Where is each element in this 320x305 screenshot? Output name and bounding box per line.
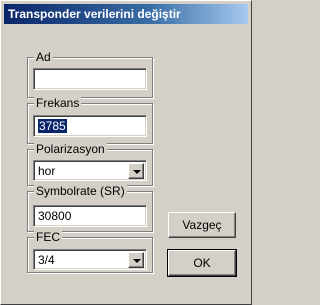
polarizasyon-value: hor <box>38 164 56 178</box>
ad-input[interactable] <box>33 68 147 90</box>
fec-label: FEC <box>34 230 62 244</box>
ad-label: Ad <box>34 50 53 64</box>
frekans-value: 3785 <box>38 119 67 133</box>
fec-select[interactable]: 3/4 <box>33 249 147 270</box>
fec-value: 3/4 <box>38 253 55 267</box>
frekans-input[interactable]: 3785 <box>33 115 147 137</box>
frekans-selected-text: 3785 <box>38 119 67 133</box>
symbolrate-label: Symbolrate (SR) <box>34 184 127 198</box>
chevron-down-icon[interactable] <box>128 163 144 179</box>
ok-button[interactable]: OK <box>167 249 237 277</box>
frekans-label: Frekans <box>34 96 82 110</box>
symbolrate-value: 30800 <box>38 209 72 223</box>
chevron-down-icon[interactable] <box>128 252 144 268</box>
dialog-window: Transponder verilerini değiştir Ad Freka… <box>0 0 252 305</box>
cancel-button[interactable]: Vazgeç <box>168 212 236 238</box>
window-title: Transponder verilerini değiştir <box>4 4 248 24</box>
polarizasyon-label: Polarizasyon <box>34 142 107 156</box>
polarizasyon-select[interactable]: hor <box>33 160 147 181</box>
symbolrate-input[interactable]: 30800 <box>33 205 147 227</box>
